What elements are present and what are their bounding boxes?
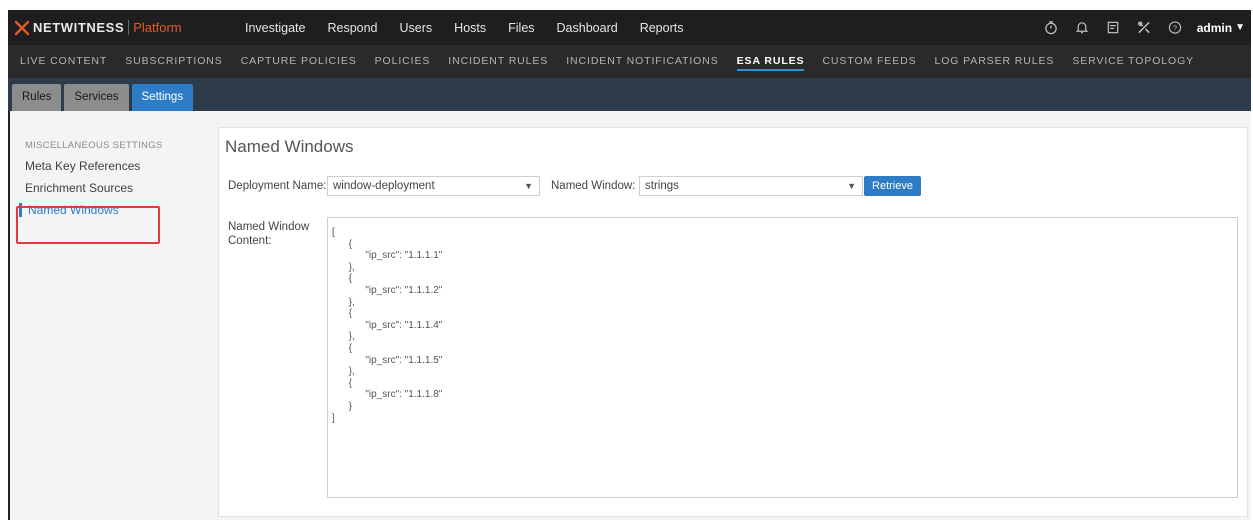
- nav-investigate[interactable]: Investigate: [234, 21, 316, 35]
- content-label-line1: Named Window: [228, 221, 310, 233]
- nav-files[interactable]: Files: [497, 21, 545, 35]
- named-windows-panel: Named Windows Deployment Name: window-de…: [218, 127, 1248, 517]
- nav-hosts[interactable]: Hosts: [443, 21, 497, 35]
- nav-reports[interactable]: Reports: [629, 21, 695, 35]
- page-title: Named Windows: [225, 137, 354, 156]
- user-menu[interactable]: admin: [1197, 21, 1232, 35]
- top-icons: ? admin ▼: [1028, 10, 1245, 45]
- tab-rules[interactable]: Rules: [12, 84, 62, 111]
- sidebar-section-title: MISCELLANEOUS SETTINGS: [25, 140, 163, 151]
- subnav-log-parser-rules[interactable]: LOG PARSER RULES: [925, 45, 1063, 78]
- subnav-incident-rules[interactable]: INCIDENT RULES: [439, 45, 557, 78]
- netwitness-logo-icon: [14, 20, 30, 35]
- notepad-icon[interactable]: [1105, 20, 1121, 35]
- settings-sidebar: MISCELLANEOUS SETTINGS Meta Key Referenc…: [12, 129, 210, 520]
- frame-edge: [8, 111, 10, 520]
- subnav-live-content[interactable]: LIVE CONTENT: [11, 45, 116, 78]
- sidebar-item-meta-key-references[interactable]: Meta Key References: [21, 159, 210, 173]
- chevron-down-icon: ▼: [847, 181, 856, 191]
- deployment-name-label: Deployment Name:: [228, 180, 327, 192]
- named-window-value: strings: [645, 180, 679, 192]
- subnav-custom-feeds[interactable]: CUSTOM FEEDS: [813, 45, 925, 78]
- tab-bar: Rules Services Settings: [8, 78, 1251, 111]
- chevron-down-icon[interactable]: ▼: [1235, 22, 1245, 33]
- bell-icon[interactable]: [1074, 20, 1090, 35]
- main-nav: Investigate Respond Users Hosts Files Da…: [234, 21, 694, 35]
- tab-services[interactable]: Services: [64, 84, 129, 111]
- chevron-down-icon: ▼: [524, 181, 533, 191]
- sidebar-item-enrichment-sources[interactable]: Enrichment Sources: [21, 181, 210, 195]
- retrieve-button[interactable]: Retrieve: [864, 176, 921, 196]
- named-window-select[interactable]: strings ▼: [639, 176, 863, 196]
- nav-users[interactable]: Users: [389, 21, 444, 35]
- nav-respond[interactable]: Respond: [316, 21, 388, 35]
- top-navbar: NETWITNESS Platform Investigate Respond …: [8, 10, 1251, 45]
- subnav-service-topology[interactable]: SERVICE TOPOLOGY: [1063, 45, 1203, 78]
- timer-icon[interactable]: [1043, 20, 1059, 35]
- deployment-name-select[interactable]: window-deployment ▼: [327, 176, 540, 196]
- subnav-capture-policies[interactable]: CAPTURE POLICIES: [232, 45, 366, 78]
- tab-settings[interactable]: Settings: [131, 84, 194, 111]
- named-window-content[interactable]: [ { "ip_src": "1.1.1.1" }, { "ip_src": "…: [327, 217, 1238, 498]
- nav-dashboard[interactable]: Dashboard: [546, 21, 629, 35]
- subnav-esa-rules[interactable]: ESA RULES: [728, 45, 814, 78]
- help-icon[interactable]: ?: [1167, 20, 1183, 35]
- logo[interactable]: NETWITNESS Platform: [8, 20, 234, 36]
- platform-name: Platform: [128, 20, 182, 35]
- svg-text:?: ?: [1173, 23, 1177, 32]
- highlight-annotation: [16, 206, 160, 244]
- named-window-label: Named Window:: [551, 180, 636, 192]
- tools-icon[interactable]: [1136, 20, 1152, 35]
- brand-name: NETWITNESS: [33, 20, 125, 35]
- subnav-subscriptions[interactable]: SUBSCRIPTIONS: [116, 45, 231, 78]
- admin-subnav: LIVE CONTENT SUBSCRIPTIONS CAPTURE POLIC…: [8, 45, 1251, 78]
- content-label-line2: Content:: [228, 235, 272, 247]
- deployment-name-value: window-deployment: [333, 180, 435, 192]
- subnav-incident-notifications[interactable]: INCIDENT NOTIFICATIONS: [557, 45, 727, 78]
- subnav-policies[interactable]: POLICIES: [366, 45, 440, 78]
